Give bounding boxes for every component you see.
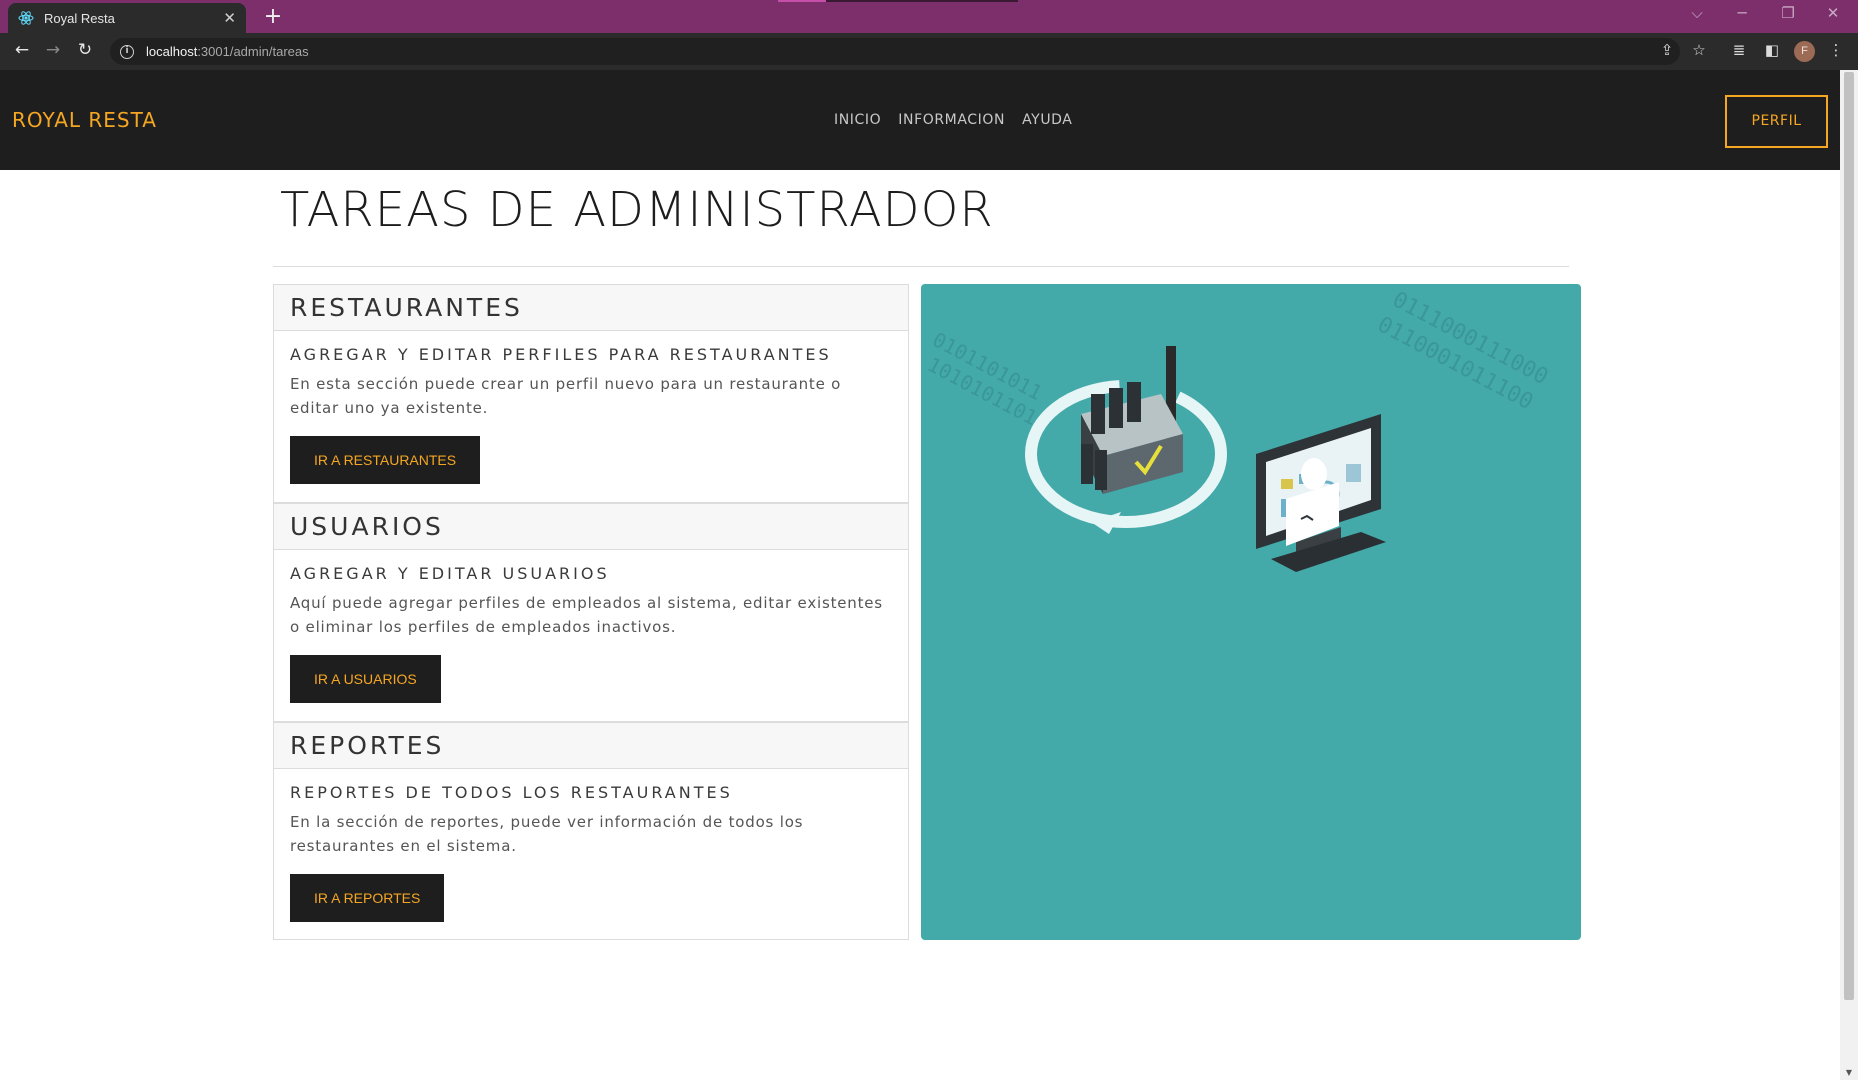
page-scrollbar[interactable]: ▼ <box>1840 70 1858 1080</box>
brand-logo[interactable]: ROYAL RESTA <box>12 108 157 132</box>
share-icon[interactable]: ⇪ <box>1656 41 1678 59</box>
panel-subtitle: REPORTES DE TODOS LOS RESTAURANTES <box>290 783 733 802</box>
minimize-icon[interactable]: ─ <box>1727 4 1757 22</box>
nav-link-inicio[interactable]: INICIO <box>834 112 881 128</box>
close-window-icon[interactable]: ✕ <box>1818 4 1848 22</box>
panel-subtitle: AGREGAR Y EDITAR USUARIOS <box>290 564 610 583</box>
tab-search-icon[interactable]: ⌵ <box>1682 4 1712 22</box>
forward-arrow-icon[interactable]: → <box>41 40 65 60</box>
react-icon <box>18 10 34 26</box>
media-control-icon[interactable]: ≣ <box>1728 41 1750 59</box>
site-info-icon[interactable]: i <box>120 44 134 59</box>
browser-tab-strip: Royal Resta ✕ + ⌵ ─ ❐ ✕ <box>0 0 1858 33</box>
close-tab-icon[interactable]: ✕ <box>223 9 236 27</box>
panel-body: AGREGAR Y EDITAR PERFILES PARA RESTAURAN… <box>274 331 908 500</box>
menu-kebab-icon[interactable]: ⋮ <box>1825 41 1847 59</box>
new-tab-button[interactable]: + <box>260 4 286 30</box>
usuarios-panel: USUARIOS AGREGAR Y EDITAR USUARIOS Aquí … <box>273 503 909 722</box>
restaurantes-panel: RESTAURANTES AGREGAR Y EDITAR PERFILES P… <box>273 284 909 503</box>
scroll-thumb[interactable] <box>1844 72 1854 1000</box>
site-navbar: ROYAL RESTA INICIO INFORMACION AYUDA PER… <box>0 70 1840 170</box>
tab-title: Royal Resta <box>44 10 115 26</box>
reload-icon[interactable]: ↻ <box>73 40 97 60</box>
nav-links: INICIO INFORMACION AYUDA <box>834 112 1089 128</box>
panel-subtitle: AGREGAR Y EDITAR PERFILES PARA RESTAURAN… <box>290 345 832 364</box>
tab-strip-accent-highlight <box>778 0 826 2</box>
server-device-icon <box>1081 346 1183 494</box>
back-arrow-icon[interactable]: ← <box>10 40 34 60</box>
admin-illustration: 0111000111000 0110001011100 0101101011 1… <box>921 284 1581 940</box>
panel-header: RESTAURANTES <box>274 285 908 331</box>
ir-a-usuarios-button[interactable]: IR A USUARIOS <box>290 655 441 703</box>
panel-description: Aquí puede agregar perfiles de empleados… <box>290 594 883 636</box>
url-path: :3001/admin/tareas <box>197 44 309 59</box>
browser-toolbar: ← → ↻ i localhost:3001/admin/tareas ⇪ ☆ … <box>0 33 1858 70</box>
page-title: TAREAS DE ADMINISTRADOR <box>280 182 994 238</box>
restore-icon[interactable]: ❐ <box>1773 4 1803 22</box>
scroll-down-icon[interactable]: ▼ <box>1840 1068 1858 1077</box>
ir-a-restaurantes-button[interactable]: IR A RESTAURANTES <box>290 436 481 484</box>
reportes-panel: REPORTES REPORTES DE TODOS LOS RESTAURAN… <box>273 722 909 940</box>
panel-description: En esta sección puede crear un perfil nu… <box>290 375 842 417</box>
ir-a-reportes-button[interactable]: IR A REPORTES <box>290 874 445 922</box>
nav-link-informacion[interactable]: INFORMACION <box>898 112 1005 128</box>
panel-body: REPORTES DE TODOS LOS RESTAURANTES En la… <box>274 769 908 938</box>
url-host: localhost <box>146 44 198 59</box>
panel-header: USUARIOS <box>274 504 908 550</box>
profile-button[interactable]: PERFIL <box>1725 95 1828 148</box>
nav-link-ayuda[interactable]: AYUDA <box>1022 112 1072 128</box>
panel-body: AGREGAR Y EDITAR USUARIOS Aquí puede agr… <box>274 550 908 719</box>
page-viewport: ROYAL RESTA INICIO INFORMACION AYUDA PER… <box>0 70 1840 1080</box>
bookmark-star-icon[interactable]: ☆ <box>1688 41 1710 59</box>
profile-avatar[interactable]: F <box>1794 41 1815 62</box>
browser-tab[interactable]: Royal Resta ✕ <box>8 3 246 33</box>
panel-header: REPORTES <box>274 723 908 769</box>
address-bar[interactable]: i localhost:3001/admin/tareas <box>110 38 1680 65</box>
title-divider <box>273 266 1569 267</box>
side-panel-icon[interactable]: ◧ <box>1761 41 1783 59</box>
panel-description: En la sección de reportes, puede ver inf… <box>290 813 804 855</box>
